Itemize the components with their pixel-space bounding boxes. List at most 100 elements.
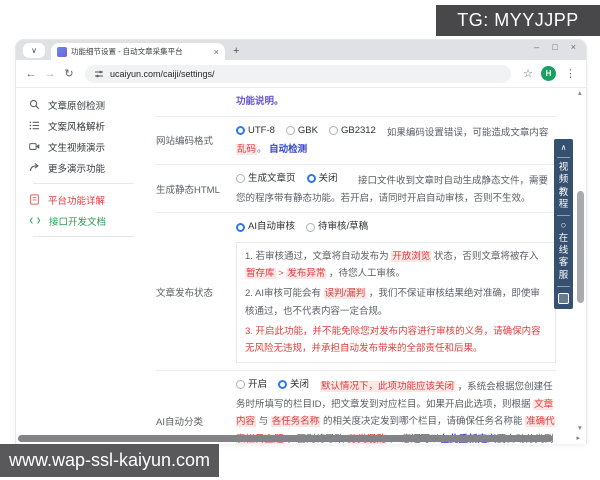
rail-divider: [557, 286, 570, 288]
back-button[interactable]: ←: [24, 68, 38, 80]
radio-ai-auto-audit[interactable]: AI自动审核: [236, 218, 295, 236]
radio-classify-on[interactable]: 开启: [236, 376, 267, 394]
chevron-down-icon: ∨: [31, 46, 37, 55]
auto-detect-link[interactable]: 自动检测: [269, 144, 307, 155]
sidebar-item-label: 文章原创检测: [48, 100, 106, 112]
radio-dot: [285, 125, 295, 135]
row-value: AI自动审核 待审核/草稿 1. 若审核通过，文章将自动发布为 开放浏览 状态，否则…: [236, 216, 556, 366]
address-bar[interactable]: ucaiyun.com/caiji/settings/: [85, 64, 512, 83]
text-segment: 如果编码设置错误，可能造成文章内容: [386, 126, 549, 138]
value-line: UTF-8 GBK GB2312 如果编码设置错误，可能造成文章内容 乱码。 自动检测: [236, 122, 556, 159]
online-service-tab[interactable]: ○ 在线客服: [559, 219, 569, 283]
radio-label: GB2312: [340, 124, 376, 136]
radio-label: 关闭: [290, 378, 310, 390]
mini-logo-icon[interactable]: [558, 293, 569, 305]
scroll-up-icon[interactable]: ▲: [577, 90, 583, 97]
sidebar-item-platform-features[interactable]: 平台功能详解: [29, 189, 148, 210]
vertical-scroll-thumb[interactable]: [577, 191, 584, 303]
radio-label: 开启: [248, 378, 268, 390]
sidebar-item-text-to-video-demo[interactable]: 文生视频演示: [29, 136, 148, 157]
settings-row-static-html: 生成静态HTML 生成文章页 关闭 接口文件收到文章时自动生成静态文件，需要您的程序…: [156, 165, 556, 214]
profile-avatar[interactable]: H: [541, 66, 556, 81]
code-icon: [29, 215, 41, 226]
radio-gbk[interactable]: GBK: [285, 122, 318, 140]
radio-generate-article-page[interactable]: 生成文章页: [236, 170, 296, 188]
new-tab-button[interactable]: +: [233, 45, 239, 57]
rail-tab-char: 服: [558, 269, 569, 281]
text-segment: 乱码: [236, 144, 258, 156]
tab-strip: ∨ 功能细节设置 - 自动文章采集平台 × + – □ ×: [16, 40, 586, 60]
browser-tab[interactable]: 功能细节设置 - 自动文章采集平台 ×: [51, 43, 225, 60]
note-paragraph: 2. AI审核可能会有 误判/漏判 ，我们不保证审核结果绝对准确，即使审核通过，…: [245, 285, 547, 319]
settings-rows: 功能说明。 网站编码格式 UTF-8 GBK GB2312 如果编码设置错误，可能造成文章…: [148, 88, 586, 444]
browser-toolbar: ← → ↻ ucaiyun.com/caiji/settings/ ☆ H ⋮: [16, 60, 586, 88]
text-segment: 3. 开启此功能，并不能免除您对发布内容进行审核的义务，请确保内容无风险无违规，…: [245, 325, 541, 354]
sidebar-item-api-docs[interactable]: 接口开发文档: [29, 210, 148, 231]
text-segment: >: [275, 268, 287, 280]
radio-classify-off[interactable]: 关闭: [278, 376, 309, 394]
radio-utf8[interactable]: UTF-8: [236, 122, 275, 140]
headset-icon: ○: [560, 220, 567, 232]
doc-icon: [29, 194, 40, 205]
rail-tab-char: 频: [558, 174, 569, 186]
radio-label: 生成文章页: [248, 172, 296, 184]
radio-dot: [306, 174, 316, 184]
forward-button[interactable]: →: [43, 68, 57, 80]
sidebar-item-label: 文案风格解析: [48, 121, 106, 133]
radio-static-off[interactable]: 关闭: [306, 170, 338, 188]
scroll-right-icon[interactable]: ▸: [576, 434, 580, 442]
radio-dot: [236, 380, 245, 390]
url-text: ucaiyun.com/caiji/settings/: [110, 68, 215, 79]
rail-tab-char: 程: [558, 199, 569, 211]
text-segment: 。: [257, 144, 270, 156]
radio-dot: [278, 380, 288, 390]
sidebar-item-style-analysis[interactable]: 文案风格解析: [29, 115, 148, 136]
scroll-down-icon[interactable]: ▼: [577, 425, 583, 432]
value-line: 生成文章页 关闭 接口文件收到文章时自动生成静态文件，需要您的程序带有静态功能。若…: [236, 170, 556, 207]
row-value: 生成文章页 关闭 接口文件收到文章时自动生成静态文件，需要您的程序带有静态功能。若…: [236, 168, 556, 209]
maximize-button[interactable]: □: [552, 42, 557, 52]
close-button[interactable]: ×: [571, 42, 576, 52]
value-line: AI自动审核 待审核/草稿: [236, 218, 556, 238]
list-icon: [29, 120, 40, 131]
row-value: 功能说明。: [236, 91, 556, 113]
row-label: 生成静态HTML: [156, 184, 220, 196]
watermark: www.wap-ssl-kaiyun.com: [0, 444, 219, 477]
search-icon: [29, 99, 40, 110]
reload-button[interactable]: ↻: [62, 67, 76, 80]
site-info-icon[interactable]: [94, 69, 104, 79]
tab-search-button[interactable]: ∨: [23, 43, 45, 58]
function-description-link[interactable]: 功能说明。: [236, 96, 284, 107]
window-controls: – □ ×: [534, 42, 576, 52]
radio-label: 关闭: [318, 172, 338, 184]
sidebar-item-originality-check[interactable]: 文章原创检测: [29, 94, 148, 115]
radio-pending-draft[interactable]: 待审核/草稿: [305, 218, 368, 236]
sidebar-item-label: 更多演示功能: [48, 163, 106, 175]
row-label: 文章发布状态: [156, 287, 214, 299]
floating-rail: ∧ 视频教程 ○ 在线客服: [554, 139, 573, 310]
row-label: [156, 91, 236, 113]
text-segment: 开放浏览: [391, 251, 432, 263]
radio-dot: [236, 125, 245, 135]
sidebar-item-more-demos[interactable]: 更多演示功能: [29, 157, 148, 178]
minimize-button[interactable]: –: [534, 42, 539, 52]
horizontal-scroll-thumb[interactable]: [18, 435, 554, 442]
radio-dot: [236, 222, 245, 232]
page-content: 文章原创检测 文案风格解析文生视频演示更多演示功能平台功能详解接口开发文档 功能说…: [16, 88, 586, 444]
tg-badge: TG: MYYJJPP: [436, 5, 600, 36]
video-tutorial-tab[interactable]: 视频教程: [559, 161, 569, 212]
rail-tab-char: 线: [558, 245, 569, 257]
radio-gb2312[interactable]: GB2312: [328, 122, 376, 140]
menu-dots-icon[interactable]: ⋮: [565, 67, 576, 80]
collapse-rail-icon[interactable]: ∧: [561, 142, 567, 154]
rail-divider: [557, 215, 570, 217]
tab-close-icon[interactable]: ×: [214, 47, 219, 57]
text-segment: ，待您人工审核。: [326, 268, 405, 280]
vertical-scrollbar[interactable]: ▲ ▼: [574, 88, 586, 444]
sidebar-item-label: 接口开发文档: [49, 216, 107, 228]
horizontal-scrollbar[interactable]: ▸: [18, 434, 580, 443]
bookmark-star-icon[interactable]: ☆: [523, 67, 533, 80]
radio-label: UTF-8: [248, 124, 275, 136]
text-segment: 1. 若审核通过，文章将自动发布为: [245, 251, 392, 263]
text-segment: 与: [256, 416, 271, 428]
